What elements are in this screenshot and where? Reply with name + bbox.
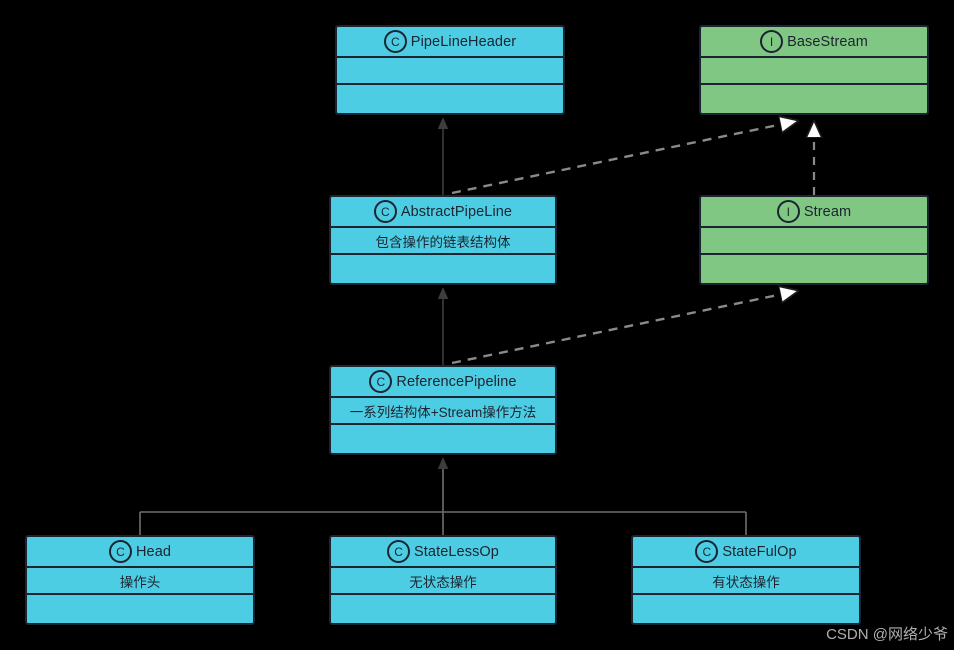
class-stereotype-icon: C xyxy=(369,370,393,393)
node-head-header: C Head xyxy=(27,537,253,568)
node-pipelineheader-operations xyxy=(337,85,563,113)
class-stereotype-icon: C xyxy=(387,540,411,563)
node-stream[interactable]: I Stream xyxy=(699,195,929,285)
node-statefulop-attributes: 有状态操作 xyxy=(633,568,859,595)
node-pipelineheader-header: C PipeLineHeader xyxy=(337,27,563,58)
node-referencepipeline-header: C ReferencePipeline xyxy=(331,367,555,398)
node-abstractpipeline-operations xyxy=(331,255,555,283)
node-stream-title: Stream xyxy=(803,203,852,220)
node-statelessop-attributes-text: 无状态操作 xyxy=(409,574,477,590)
node-statelessop-attributes: 无状态操作 xyxy=(331,568,555,595)
node-basestream-attributes xyxy=(701,58,927,85)
node-statefulop[interactable]: C StateFulOp 有状态操作 xyxy=(631,535,861,625)
edge-referencepipeline-to-stream xyxy=(451,291,797,365)
node-referencepipeline-attributes: 一系列结构体+Stream操作方法 xyxy=(331,398,555,425)
node-abstractpipeline-attributes: 包含操作的链表结构体 xyxy=(331,228,555,255)
node-statelessop[interactable]: C StateLessOp 无状态操作 xyxy=(329,535,557,625)
class-stereotype-icon: C xyxy=(695,540,719,563)
node-pipelineheader[interactable]: C PipeLineHeader xyxy=(335,25,565,115)
node-statefulop-operations xyxy=(633,595,859,623)
node-statelessop-operations xyxy=(331,595,555,623)
interface-stereotype-icon: I xyxy=(776,200,800,223)
class-stereotype-icon: C xyxy=(373,200,397,223)
node-head-attributes-text: 操作头 xyxy=(119,574,161,590)
node-statefulop-attributes-text: 有状态操作 xyxy=(712,574,780,590)
node-basestream-title: BaseStream xyxy=(787,33,868,50)
watermark: CSDN @网络少爷 xyxy=(826,626,948,643)
node-referencepipeline-operations xyxy=(331,425,555,453)
node-statelessop-title: StateLessOp xyxy=(414,543,499,560)
node-head-attributes: 操作头 xyxy=(27,568,253,595)
node-head-title: Head xyxy=(135,543,172,560)
node-referencepipeline[interactable]: C ReferencePipeline 一系列结构体+Stream操作方法 xyxy=(329,365,557,455)
node-statefulop-header: C StateFulOp xyxy=(633,537,859,568)
uml-diagram-canvas: C PipeLineHeader I BaseStream C Abstract… xyxy=(0,0,954,650)
node-abstractpipeline[interactable]: C AbstractPipeLine 包含操作的链表结构体 xyxy=(329,195,557,285)
node-statefulop-title: StateFulOp xyxy=(722,543,797,560)
edge-abstractpipeline-to-basestream xyxy=(451,121,797,195)
node-abstractpipeline-header: C AbstractPipeLine xyxy=(331,197,555,228)
node-head-operations xyxy=(27,595,253,623)
node-statelessop-header: C StateLessOp xyxy=(331,537,555,568)
edge-subclasses-to-referencepipeline xyxy=(139,459,747,535)
node-stream-attributes xyxy=(701,228,927,255)
node-abstractpipeline-title: AbstractPipeLine xyxy=(400,203,513,220)
node-referencepipeline-attributes-text: 一系列结构体+Stream操作方法 xyxy=(349,404,537,420)
node-head[interactable]: C Head 操作头 xyxy=(25,535,255,625)
node-abstractpipeline-attributes-text: 包含操作的链表结构体 xyxy=(375,234,511,250)
node-stream-operations xyxy=(701,255,927,283)
interface-stereotype-icon: I xyxy=(760,30,784,53)
class-stereotype-icon: C xyxy=(108,540,132,563)
node-basestream-header: I BaseStream xyxy=(701,27,927,58)
node-pipelineheader-attributes xyxy=(337,58,563,85)
node-pipelineheader-title: PipeLineHeader xyxy=(410,33,517,50)
node-basestream[interactable]: I BaseStream xyxy=(699,25,929,115)
class-stereotype-icon: C xyxy=(383,30,407,53)
node-basestream-operations xyxy=(701,85,927,113)
node-referencepipeline-title: ReferencePipeline xyxy=(396,373,517,390)
node-stream-header: I Stream xyxy=(701,197,927,228)
